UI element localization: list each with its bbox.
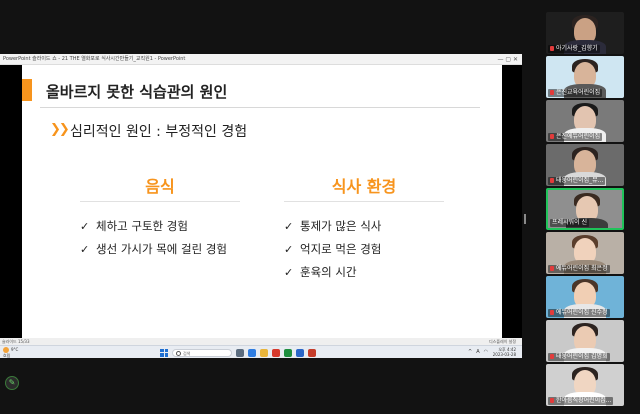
participant-tile-active-speaker[interactable]: 프레시워이 신 [546,188,624,230]
list-item: ✓ 통제가 많은 식사 [284,216,454,239]
participant-tile[interactable]: 은진교육어린이집 [546,56,624,98]
excel-icon[interactable] [284,348,292,357]
mic-muted-icon [550,310,554,315]
chevron-up-icon[interactable]: ^ [468,349,472,355]
task-view-icon[interactable] [236,348,244,357]
participant-name: 에듀어린이집 신수정 [548,309,610,317]
participant-name: 은진교육어린이집 [548,89,603,97]
meeting-window: PowerPoint 슬라이드 쇼 - 21 THE 열화포로 식사시간만들기_… [0,0,640,414]
check-icon: ✓ [80,243,90,256]
meal-environment-heading: 식사 환경 [284,173,444,202]
participant-tile[interactable]: 태웅어린이집 김명희 [546,320,624,362]
list-item: ✓ 훈육의 시간 [284,262,454,285]
participant-name: 프레시워이 신 [550,219,590,227]
presentation-slide: 올바르지 못한 식습관의 원인 ❯❯ 심리적인 원인 : 부정적인 경험 음식 … [22,65,502,338]
participant-name: 태웅어린이집_뮤... [548,177,606,185]
slide-title: 올바르지 못한 식습관의 원인 [46,83,228,101]
slide-letterbox-left [0,65,22,338]
taskbar-search-box[interactable]: 검색 [172,348,232,357]
participant-name: 한아름직장어린이집... [548,397,614,405]
wifi-icon[interactable]: ◠ [484,349,488,355]
participants-panel: 아기사랑_김향기 은진교육어린이집 은진에듀어린이집 태웅어린이집_뮤... 프… [546,8,624,414]
window-controls[interactable]: — ▢ ✕ [497,54,518,64]
mic-muted-icon [550,178,554,183]
food-column: 음식 ✓ 체하고 구토한 경험 ✓ 생선 가시가 목에 걸린 경험 [80,173,250,262]
participant-name: 태웅어린이집 김명희 [548,353,610,361]
file-explorer-icon[interactable] [260,348,268,357]
zoom-icon[interactable] [296,348,304,357]
participant-name: 아기사랑_김향기 [548,45,600,53]
annotate-pen-icon[interactable]: ✎ [5,376,19,390]
double-chevron-icon: ❯❯ [50,122,70,137]
participant-name: 은진에듀어린이집 [548,133,603,141]
participant-name: 에듀어린이집 최은정 [548,265,610,273]
participant-tile[interactable]: 한아름직장어린이집... [546,364,624,406]
check-icon: ✓ [284,266,294,279]
system-tray[interactable]: ^ A ◠ [468,349,488,355]
mic-muted-icon [550,134,554,139]
taskbar-apps: 검색 [160,348,316,357]
powerpoint-status-bar: 슬라이드 15/33 디스플레이 설정 [0,338,522,345]
windows-start-icon[interactable] [160,348,168,357]
windows-taskbar: 9°C 흐림 검색 ^ A ◠ 오후 4:42 2023-03-28 [0,345,522,358]
powerpoint-title-bar: PowerPoint 슬라이드 쇼 - 21 THE 열화포로 식사시간만들기_… [0,54,522,65]
check-icon: ✓ [284,243,294,256]
participant-tile[interactable]: 아기사랑_김향기 [546,12,624,54]
mic-muted-icon [550,354,554,359]
slide-accent-bar [22,79,32,101]
participant-tile[interactable]: 에듀어린이집 최은정 [546,232,624,274]
check-icon: ✓ [284,220,294,233]
title-divider [40,107,480,108]
list-item: ✓ 억지로 먹은 경험 [284,239,454,262]
meal-environment-column: 식사 환경 ✓ 통제가 많은 식사 ✓ 억지로 먹은 경험 ✓ 훈육의 시간 [284,173,454,285]
food-heading: 음식 [80,173,240,202]
participant-tile[interactable]: 태웅어린이집_뮤... [546,144,624,186]
app-icon[interactable] [272,348,280,357]
mic-muted-icon [550,46,554,51]
list-item: ✓ 체하고 구토한 경험 [80,216,250,239]
display-settings-button[interactable]: 디스플레이 설정 [489,338,516,345]
slide-subtitle: 심리적인 원인 : 부정적인 경험 [70,124,248,140]
taskbar-clock[interactable]: 오후 4:42 2023-03-28 [493,347,516,357]
panel-divider-handle[interactable] [524,214,526,224]
check-icon: ✓ [80,220,90,233]
participant-tile[interactable]: 은진에듀어린이집 [546,100,624,142]
list-item: ✓ 생선 가시가 목에 걸린 경험 [80,239,250,262]
participant-tile[interactable]: 에듀어린이집 신수정 [546,276,624,318]
powerpoint-window-title: PowerPoint 슬라이드 쇼 - 21 THE 열화포로 식사시간만들기_… [3,56,186,62]
mic-muted-icon [550,266,554,271]
slide-letterbox-right [502,65,522,338]
ime-language-indicator[interactable]: A [476,349,479,355]
edge-icon[interactable] [248,348,256,357]
mic-muted-icon [550,90,554,95]
mic-muted-icon [550,398,554,403]
shared-screen: PowerPoint 슬라이드 쇼 - 21 THE 열화포로 식사시간만들기_… [0,54,522,358]
slide-counter: 슬라이드 15/33 [2,339,30,344]
powerpoint-icon[interactable] [308,348,316,357]
weather-widget[interactable]: 9°C 흐림 [3,347,33,358]
